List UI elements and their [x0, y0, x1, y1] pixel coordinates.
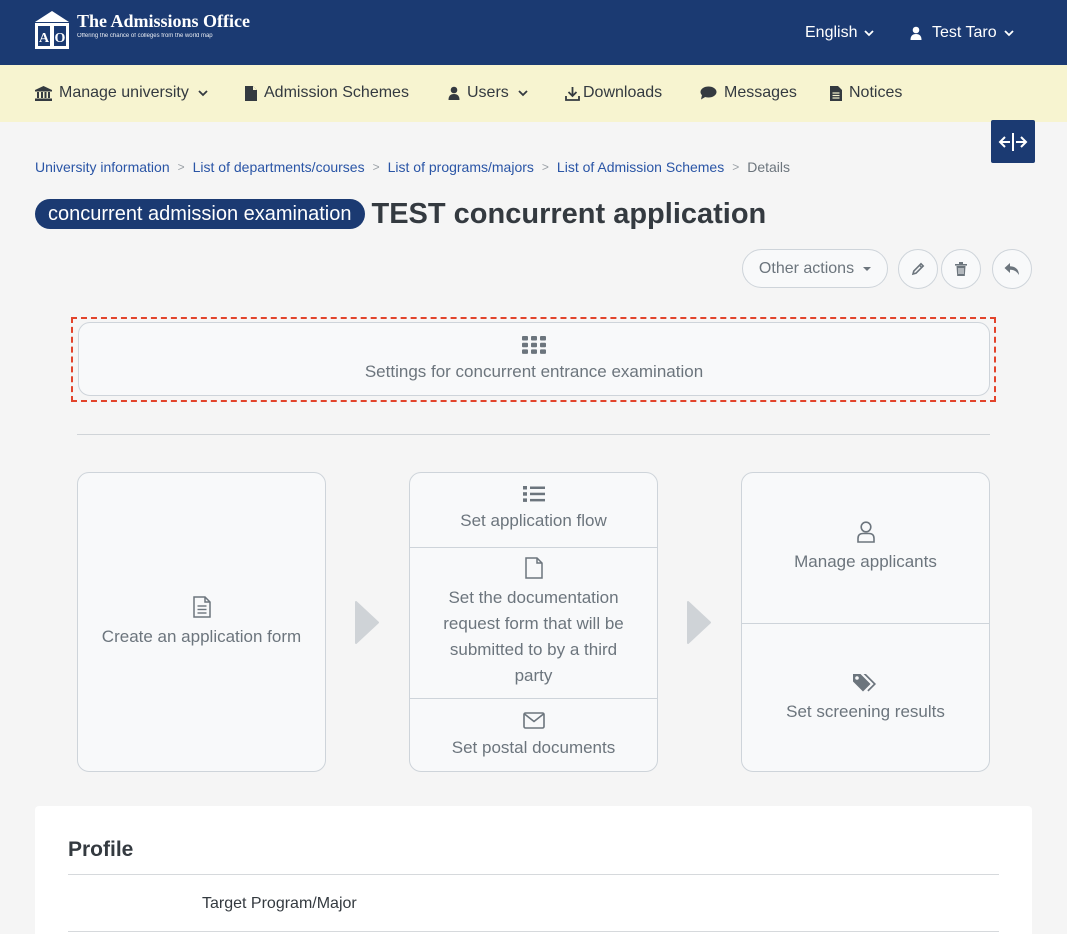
- edit-button[interactable]: [898, 249, 938, 289]
- logo-building-icon: A O: [35, 11, 69, 49]
- chevron-down-icon: [864, 30, 875, 37]
- page-title: TEST concurrent application: [371, 198, 767, 230]
- breadcrumb-separator: >: [372, 160, 380, 174]
- nav-label: Downloads: [583, 84, 663, 101]
- breadcrumb: University information > List of departm…: [35, 157, 790, 177]
- document-icon: [830, 85, 842, 101]
- tags-icon: [852, 673, 876, 691]
- user-icon: [910, 26, 922, 40]
- list-icon: [522, 486, 545, 502]
- svg-text:A: A: [39, 31, 50, 46]
- other-actions-label: Other actions: [758, 259, 855, 277]
- reply-icon: [1004, 263, 1019, 275]
- expand-horizontal-icon: [998, 132, 1028, 151]
- nav-label: Admission Schemes: [264, 84, 409, 101]
- logo-title: The Admissions Office: [77, 11, 251, 31]
- nav-downloads[interactable]: Downloads: [565, 82, 662, 104]
- expand-width-button[interactable]: [991, 120, 1035, 163]
- other-actions-dropdown[interactable]: Other actions: [742, 249, 888, 288]
- nav-admission-schemes[interactable]: Admission Schemes: [245, 82, 409, 104]
- nav-label: Notices: [849, 84, 903, 101]
- flow-step-2: Set application flow Set the documentati…: [409, 472, 658, 772]
- breadcrumb-programs[interactable]: List of programs/majors: [388, 157, 534, 177]
- flow-label: Set application flow: [460, 511, 607, 530]
- download-icon: [565, 86, 580, 101]
- logo[interactable]: A O The Admissions Office Offering the c…: [34, 10, 250, 50]
- profile-divider: [68, 931, 999, 932]
- document-outline-icon: [192, 596, 211, 618]
- language-label: English: [805, 24, 858, 41]
- chevron-down-icon: [518, 90, 528, 97]
- flow-label: Set screening results: [786, 701, 945, 721]
- breadcrumb-current: Details: [747, 159, 791, 175]
- chevron-down-icon: [198, 90, 208, 97]
- language-dropdown[interactable]: English: [805, 22, 875, 44]
- file-outline-icon: [524, 557, 543, 579]
- target-program-label: Target Program/Major: [202, 895, 357, 912]
- breadcrumb-separator: >: [732, 160, 740, 174]
- flow-label: Set the documentation request form that …: [443, 588, 624, 685]
- grid-icon: [522, 336, 546, 354]
- trash-icon: [955, 262, 967, 276]
- flow-label: Manage applicants: [794, 552, 937, 571]
- flow-label: Create an application form: [101, 627, 302, 646]
- breadcrumb-admission-schemes[interactable]: List of Admission Schemes: [557, 157, 724, 177]
- page-header: concurrent admission examination TEST co…: [35, 196, 766, 232]
- flow-label: Set postal documents: [451, 737, 616, 757]
- caret-down-icon: [863, 266, 872, 271]
- svg-text:O: O: [55, 31, 66, 46]
- file-icon: [245, 85, 257, 101]
- concurrent-exam-settings-button[interactable]: Settings for concurrent entrance examina…: [78, 322, 990, 396]
- back-button[interactable]: [992, 249, 1032, 289]
- chevron-down-icon: [1003, 30, 1014, 37]
- nav-notices[interactable]: Notices: [830, 82, 902, 104]
- profile-divider: [68, 874, 999, 875]
- user-name: Test Taro: [932, 24, 997, 41]
- flow-arrow-icon: [355, 601, 379, 644]
- set-postal-documents-button[interactable]: Set postal documents: [410, 698, 657, 771]
- user-icon: [448, 86, 460, 100]
- comment-icon: [700, 86, 717, 100]
- set-application-flow-button[interactable]: Set application flow: [410, 473, 657, 547]
- bank-icon: [35, 85, 52, 101]
- breadcrumb-university-information[interactable]: University information: [35, 157, 170, 177]
- user-menu[interactable]: Test Taro: [910, 22, 1014, 44]
- manage-applicants-button[interactable]: Manage applicants: [742, 473, 989, 623]
- breadcrumb-departments[interactable]: List of departments/courses: [193, 157, 365, 177]
- nav-label: Users: [467, 84, 509, 101]
- create-application-form-button[interactable]: Create an application form: [78, 473, 325, 771]
- section-divider: [77, 434, 990, 435]
- nav-label: Manage university: [59, 84, 189, 101]
- top-header: A O The Admissions Office Offering the c…: [0, 0, 1067, 65]
- nav-label: Messages: [724, 84, 797, 101]
- pencil-icon: [911, 262, 925, 276]
- flow-arrow-icon: [687, 601, 711, 644]
- breadcrumb-separator: >: [177, 160, 185, 174]
- nav-manage-university[interactable]: Manage university: [35, 82, 208, 104]
- set-screening-results-button[interactable]: Set screening results: [742, 623, 989, 771]
- settings-button-label: Settings for concurrent entrance examina…: [364, 362, 704, 381]
- nav-messages[interactable]: Messages: [700, 82, 797, 104]
- logo-subtitle: Offering the chance of colleges from the…: [77, 33, 213, 39]
- breadcrumb-separator: >: [541, 160, 549, 174]
- nav-users[interactable]: Users: [448, 82, 528, 104]
- scheme-type-badge: concurrent admission examination: [35, 199, 365, 229]
- delete-button[interactable]: [941, 249, 981, 289]
- flow-step-1: Create an application form: [77, 472, 326, 772]
- user-outline-icon: [856, 521, 875, 543]
- profile-card: Profile Target Program/Major: [35, 806, 1032, 934]
- flow-step-3: Manage applicants Set screening results: [741, 472, 990, 772]
- main-nav: Manage university Admission Schemes User…: [0, 65, 1067, 122]
- envelope-icon: [522, 711, 545, 729]
- profile-title: Profile: [68, 838, 134, 861]
- documentation-request-form-button[interactable]: Set the documentation request form that …: [410, 547, 657, 698]
